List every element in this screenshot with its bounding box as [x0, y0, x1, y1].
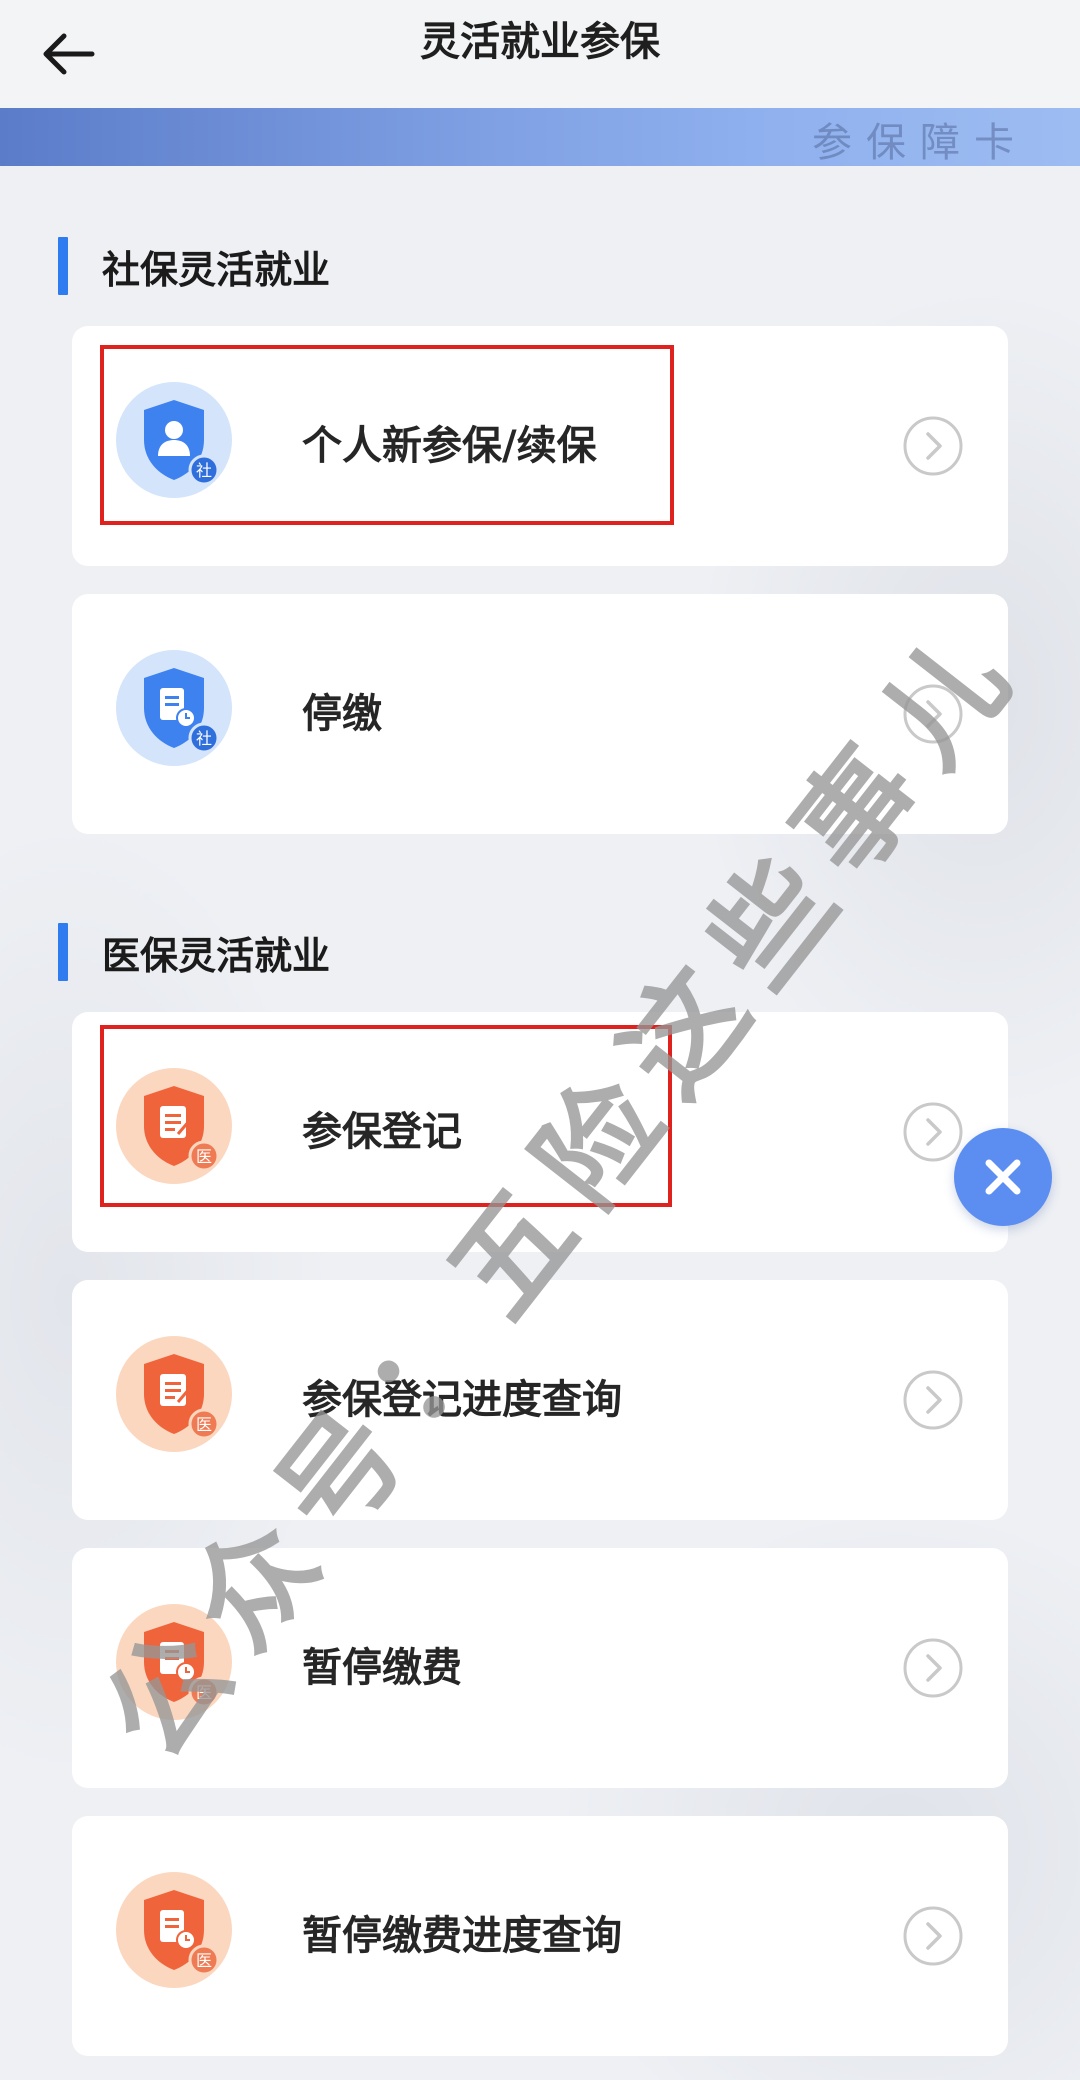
icon-background: 医: [116, 1872, 232, 1988]
list-item-label: 暂停缴费进度查询: [302, 1913, 622, 1959]
page-title: 灵活就业参保: [420, 19, 660, 65]
close-icon: [985, 1159, 1021, 1195]
section-title-social: 社保灵活就业: [58, 236, 330, 296]
shield-document-clock-icon: 社: [144, 668, 220, 754]
floating-close-button[interactable]: [954, 1128, 1052, 1226]
highlight-box: [100, 345, 674, 525]
chevron-right-circle-icon: [903, 1102, 963, 1162]
chevron-right-circle-icon: [903, 1638, 963, 1698]
icon-background: 医: [116, 1336, 232, 1452]
svg-text:社: 社: [196, 729, 212, 748]
list-item-label: 停缴: [302, 691, 382, 737]
icon-background: 社: [116, 650, 232, 766]
chevron-right-circle-icon: [903, 416, 963, 476]
banner-text: 参保障卡: [812, 120, 1028, 166]
chevron-right-circle-icon: [903, 1370, 963, 1430]
banner: 参保障卡: [0, 108, 1080, 166]
top-bar: 灵活就业参保: [0, 0, 1080, 108]
chevron-right-circle-icon: [903, 1906, 963, 1966]
section-title-text: 医保灵活就业: [102, 933, 331, 978]
arrow-left-icon: [43, 33, 95, 75]
svg-text:医: 医: [196, 1951, 212, 1970]
section-title-medical: 医保灵活就业: [58, 922, 330, 982]
list-item-suspend-progress[interactable]: 医 暂停缴费进度查询: [72, 1816, 1008, 2056]
back-button[interactable]: [28, 14, 108, 94]
section-accent-bar: [58, 923, 68, 981]
shield-document-pen-icon: 医: [144, 1354, 220, 1440]
svg-text:医: 医: [196, 1415, 212, 1434]
section-accent-bar: [58, 237, 68, 295]
section-title-text: 社保灵活就业: [102, 247, 331, 292]
shield-document-clock-icon: 医: [144, 1890, 220, 1976]
